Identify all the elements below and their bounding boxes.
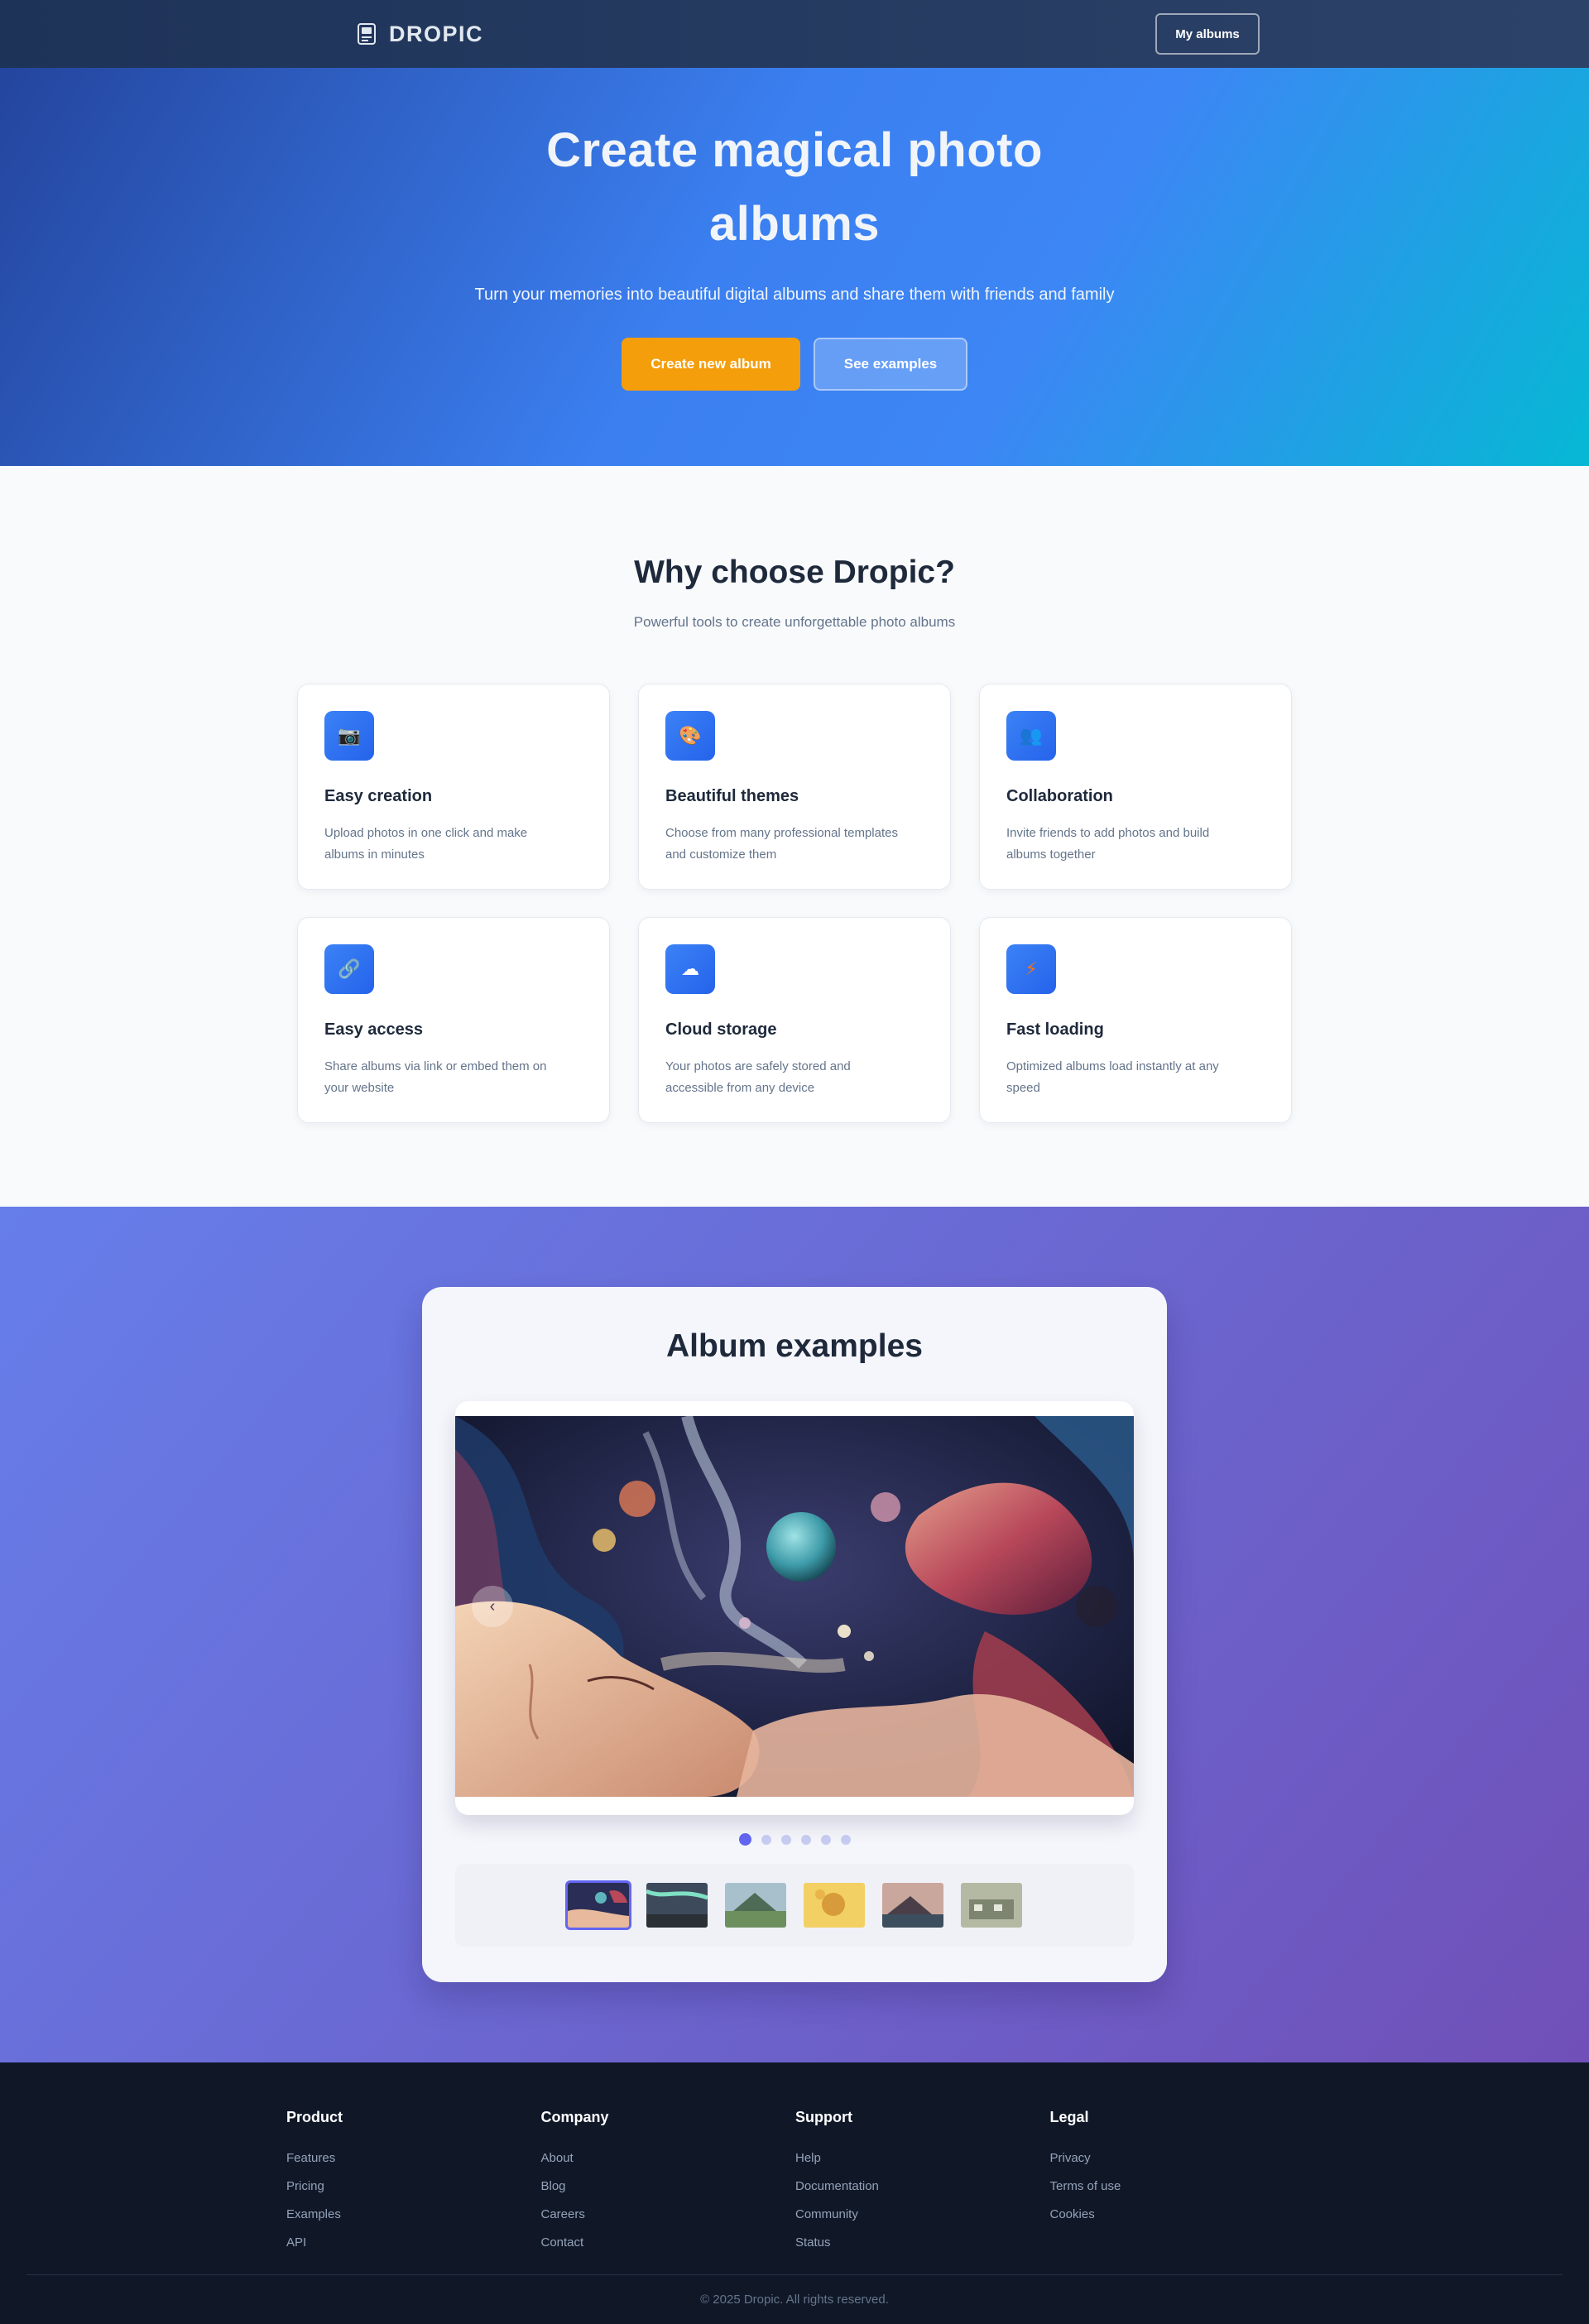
hero-section: Create magical photo albums Turn your me… <box>0 68 1589 466</box>
album-icon <box>358 23 376 45</box>
thumbnail-strip <box>455 1864 1134 1947</box>
next-slide-button[interactable]: › <box>1076 1586 1117 1627</box>
hero-actions: Create new album See examples <box>0 338 1589 391</box>
feature-card-cloud-storage: ☁ Cloud storage Your photos are safely s… <box>638 917 951 1123</box>
feature-title: Cloud storage <box>665 1020 777 1039</box>
footer-column-product: Product Features Pricing Examples API <box>286 2109 541 2257</box>
album-thumbnail[interactable] <box>880 1880 946 1930</box>
footer-link[interactable]: Cookies <box>1050 2201 1305 2229</box>
footer-link[interactable]: Blog <box>541 2173 796 2201</box>
footer-heading: Legal <box>1049 2109 1089 2125</box>
footer-column-support: Support Help Documentation Community Sta… <box>795 2109 1050 2257</box>
footer-heading: Product <box>286 2109 343 2125</box>
features-grid: 📷 Easy creation Upload photos in one cli… <box>297 684 1292 1123</box>
link-icon: 🔗 <box>324 944 374 994</box>
feature-desc: Share albums via link or embed them on y… <box>324 1059 547 1095</box>
footer-copyright: © 2025 Dropic. All rights reserved. <box>26 2274 1563 2324</box>
site-footer: Product Features Pricing Examples API Co… <box>0 2062 1589 2324</box>
features-title: Why choose Dropic? <box>634 555 955 590</box>
feature-desc: Your photos are safely stored and access… <box>665 1059 851 1095</box>
slide-dot[interactable] <box>820 1834 831 1845</box>
album-viewer: ‹ › <box>455 1401 1134 1815</box>
brand-logo[interactable]: DROPIC <box>358 22 483 47</box>
feature-desc: Choose from many professional templates … <box>665 826 898 862</box>
my-albums-button[interactable]: My albums <box>1155 13 1260 55</box>
feature-card-easy-access: 🔗 Easy access Share albums via link or e… <box>297 917 610 1123</box>
examples-section: Album examples ‹ › <box>0 1207 1589 2062</box>
features-subtitle: Powerful tools to create unforgettable p… <box>633 614 956 630</box>
create-album-button[interactable]: Create new album <box>622 338 800 391</box>
feature-title: Easy access <box>324 1020 424 1039</box>
feature-card-collaboration: 👥 Collaboration Invite friends to add ph… <box>979 684 1292 890</box>
footer-link[interactable]: Terms of use <box>1050 2173 1305 2201</box>
slide-dot[interactable] <box>840 1834 851 1845</box>
album-thumbnail[interactable] <box>564 1880 631 1930</box>
album-thumbnail[interactable] <box>958 1880 1025 1930</box>
users-icon: 👥 <box>1006 711 1056 761</box>
features-section: Why choose Dropic? Powerful tools to cre… <box>0 466 1589 1207</box>
feature-desc: Upload photos in one click and make albu… <box>324 826 528 862</box>
footer-link[interactable]: Careers <box>541 2201 796 2229</box>
album-examples-card: Album examples ‹ › <box>422 1287 1167 1982</box>
footer-link[interactable]: Community <box>795 2201 1050 2229</box>
footer-column-legal: Legal Privacy Terms of use Cookies <box>1050 2109 1305 2257</box>
camera-icon: 📷 <box>324 711 374 761</box>
footer-link[interactable]: Examples <box>286 2201 541 2229</box>
footer-column-company: Company About Blog Careers Contact <box>541 2109 796 2257</box>
slide-dot[interactable] <box>800 1834 811 1845</box>
footer-link[interactable]: API <box>286 2229 541 2257</box>
feature-title: Beautiful themes <box>665 787 799 805</box>
hero-subtitle: Turn your memories into beautiful digita… <box>474 286 1115 304</box>
album-thumbnail[interactable] <box>644 1880 710 1930</box>
slide-dot[interactable] <box>738 1833 751 1846</box>
footer-link[interactable]: Documentation <box>795 2173 1050 2201</box>
feature-desc: Invite friends to add photos and build a… <box>1006 826 1210 862</box>
footer-link[interactable]: Help <box>795 2144 1050 2173</box>
slide-indicators <box>455 1833 1134 1846</box>
footer-link[interactable]: Status <box>795 2229 1050 2257</box>
album-thumbnail[interactable] <box>722 1880 789 1930</box>
feature-title: Collaboration <box>1006 787 1113 805</box>
feature-card-easy-creation: 📷 Easy creation Upload photos in one cli… <box>297 684 610 890</box>
slide-dot[interactable] <box>761 1834 771 1845</box>
palette-icon: 🎨 <box>665 711 715 761</box>
cloud-icon: ☁ <box>665 944 715 994</box>
album-slide-image: ‹ › <box>455 1416 1134 1797</box>
footer-link[interactable]: Pricing <box>286 2173 541 2201</box>
footer-heading: Company <box>540 2109 609 2125</box>
album-artwork <box>455 1416 1134 1797</box>
album-thumbnail[interactable] <box>801 1880 867 1930</box>
examples-title: Album examples <box>666 1328 923 1364</box>
slide-dot[interactable] <box>780 1834 791 1845</box>
brand-name: DROPIC <box>389 21 484 46</box>
feature-card-beautiful-themes: 🎨 Beautiful themes Choose from many prof… <box>638 684 951 890</box>
lightning-icon: ⚡ <box>1006 944 1056 994</box>
footer-columns: Product Features Pricing Examples API Co… <box>285 2109 1304 2257</box>
footer-link[interactable]: Contact <box>541 2229 796 2257</box>
top-navbar: DROPIC My albums <box>0 0 1589 68</box>
footer-link[interactable]: About <box>541 2144 796 2173</box>
footer-link[interactable]: Privacy <box>1050 2144 1305 2173</box>
hero-title: Create magical photo albums <box>546 123 1043 251</box>
feature-title: Fast loading <box>1006 1020 1104 1039</box>
footer-link[interactable]: Features <box>286 2144 541 2173</box>
feature-card-fast-loading: ⚡ Fast loading Optimized albums load ins… <box>979 917 1292 1123</box>
feature-title: Easy creation <box>324 787 433 805</box>
footer-heading: Support <box>795 2109 852 2125</box>
feature-desc: Optimized albums load instantly at any s… <box>1006 1059 1219 1095</box>
prev-slide-button[interactable]: ‹ <box>472 1586 513 1627</box>
see-examples-button[interactable]: See examples <box>814 338 967 391</box>
